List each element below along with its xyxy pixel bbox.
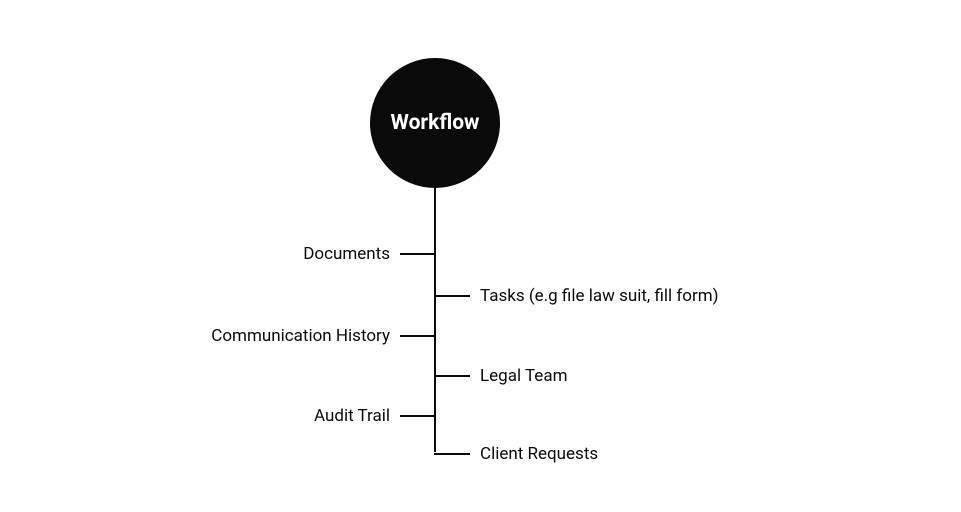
- branch-label-legal-team: Legal Team: [470, 366, 577, 386]
- branch-label-communication-history: Communication History: [201, 326, 400, 346]
- branch-client-requests: Client Requests: [434, 444, 608, 464]
- branch-documents: Documents: [293, 244, 436, 264]
- branch-legal-team: Legal Team: [434, 366, 577, 386]
- branch-tasks: Tasks (e.g file law suit, fill form): [434, 286, 729, 306]
- branch-tick: [400, 335, 436, 337]
- branch-label-audit-trail: Audit Trail: [304, 406, 400, 426]
- branch-label-client-requests: Client Requests: [470, 444, 608, 464]
- branch-tick: [434, 453, 470, 455]
- workflow-root-label: Workflow: [391, 111, 480, 135]
- workflow-root-node: Workflow: [370, 58, 500, 188]
- branch-audit-trail: Audit Trail: [304, 406, 436, 426]
- branch-tick: [434, 295, 470, 297]
- branch-label-tasks: Tasks (e.g file law suit, fill form): [470, 286, 729, 306]
- branch-tick: [400, 415, 436, 417]
- branch-communication-history: Communication History: [201, 326, 436, 346]
- branch-tick: [434, 375, 470, 377]
- branch-label-documents: Documents: [293, 244, 400, 264]
- branch-tick: [400, 253, 436, 255]
